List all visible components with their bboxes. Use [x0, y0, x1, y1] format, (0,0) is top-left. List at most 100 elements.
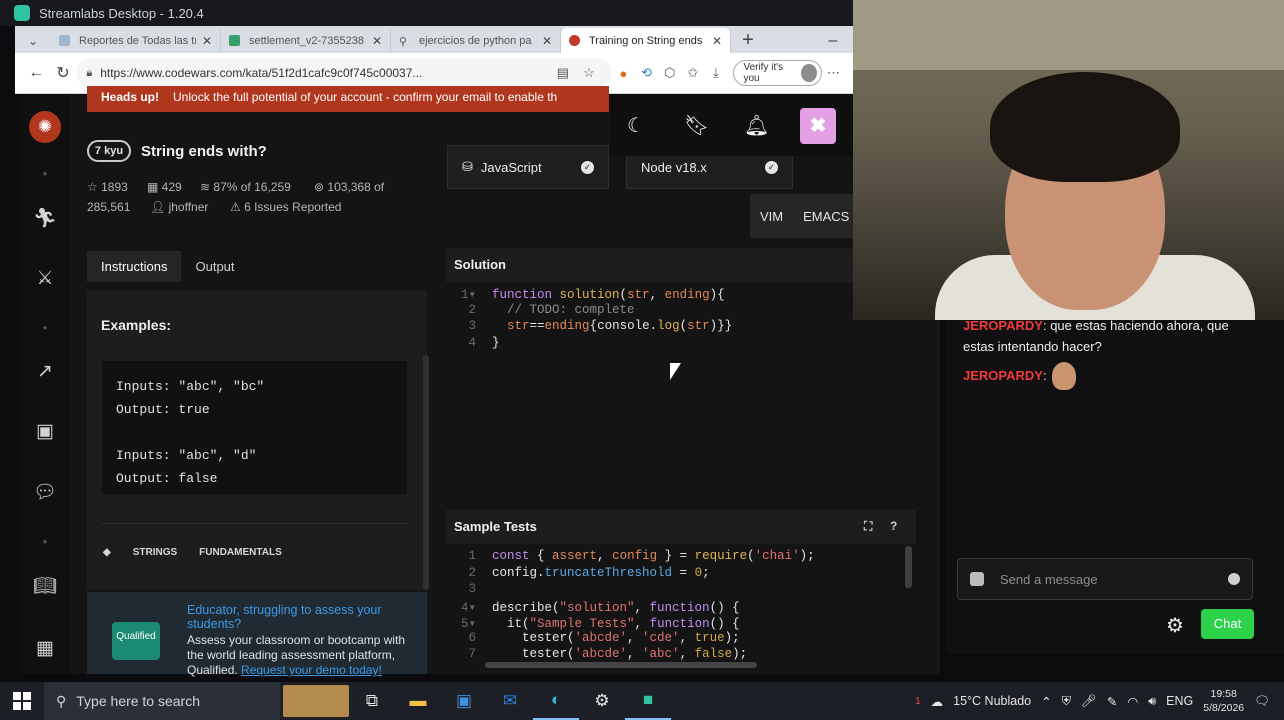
outlook-icon[interactable]: ✉: [487, 682, 533, 720]
new-tab-button[interactable]: +: [731, 28, 765, 53]
tag-icon: ◆: [103, 547, 111, 558]
downloads-icon[interactable]: ⤓: [704, 65, 727, 81]
tests-vertical-scrollbar[interactable]: [905, 546, 912, 588]
instructions-scrollbar[interactable]: [423, 355, 429, 590]
keymap-emacs[interactable]: EMACS: [803, 209, 849, 224]
volume-icon[interactable]: 🔊︎: [1148, 694, 1156, 709]
extensions-puzzle-icon[interactable]: ⬡: [658, 65, 681, 81]
discussion-icon[interactable]: 💬︎: [20, 480, 70, 504]
sync-icon[interactable]: ⟲: [635, 65, 658, 81]
browser-tab-reportes[interactable]: Reportes de Todas las tr ✕: [51, 28, 221, 53]
app-title-bar: Streamlabs Desktop - 1.20.4: [0, 0, 853, 26]
clock-time: 19:58: [1210, 688, 1237, 700]
file-explorer-icon[interactable]: ▬: [395, 682, 441, 720]
language-select[interactable]: ⛁ JavaScript ✓: [447, 145, 609, 189]
chat-settings-gear-icon[interactable]: ⚙: [1166, 613, 1184, 638]
favorite-star-icon[interactable]: ☆: [576, 65, 602, 81]
tab-instructions[interactable]: Instructions: [87, 250, 182, 282]
profile-button[interactable]: Verify it's you: [733, 60, 822, 86]
pen-icon[interactable]: ✎: [1107, 694, 1117, 709]
emote-picker-icon[interactable]: [1228, 573, 1240, 585]
satisfaction-value: 87% of 16,259: [213, 180, 291, 194]
news-icon[interactable]: ▦: [20, 637, 70, 660]
avatar: [801, 64, 817, 82]
banner-text[interactable]: Unlock the full potential of your accoun…: [173, 90, 557, 104]
tests-horizontal-scrollbar[interactable]: [485, 662, 757, 668]
chat-input[interactable]: Send a message: [957, 558, 1253, 600]
help-icon[interactable]: ?: [890, 519, 897, 533]
tab-actions-chevron-icon[interactable]: ⌄: [15, 28, 51, 53]
store-icon[interactable]: ▣: [441, 682, 487, 720]
stat-author[interactable]: 👤︎ jhoffner: [150, 200, 208, 214]
close-tab-icon[interactable]: ✕: [712, 34, 722, 48]
input-language[interactable]: ENG: [1166, 694, 1193, 708]
avatar[interactable]: ✖: [800, 108, 836, 144]
browser-tab-training[interactable]: Training on String ends ✕: [561, 28, 731, 53]
stat-issues[interactable]: ⚠ 6 Issues Reported: [230, 200, 341, 214]
stat-stars[interactable]: ☆ 1893: [87, 180, 128, 194]
leaderboard-trend-icon[interactable]: ↗: [20, 360, 70, 383]
task-view-icon[interactable]: ⧉: [349, 682, 395, 720]
training-icon[interactable]: 🏃︎: [20, 206, 70, 230]
notifications-icon[interactable]: 🗨︎: [1254, 694, 1270, 709]
user-icon: 👤︎: [150, 200, 169, 214]
close-tab-icon[interactable]: ✕: [372, 34, 382, 48]
url-text: https://www.codewars.com/kata/51f2d1cafc…: [100, 66, 423, 80]
extension-icon[interactable]: ●: [612, 66, 635, 81]
code-line: 2 // TODO: complete: [468, 303, 635, 317]
search-highlight-image[interactable]: [283, 685, 349, 717]
chat-username[interactable]: JEROPARDY: [963, 368, 1043, 383]
check-icon: ✓: [581, 160, 594, 174]
chat-username[interactable]: JEROPARDY: [963, 318, 1043, 333]
minimize-button[interactable]: –: [813, 28, 853, 53]
chat-send-button[interactable]: Chat: [1201, 609, 1254, 639]
back-arrow-icon[interactable]: ←: [23, 64, 50, 82]
wifi-icon[interactable]: ◠: [1127, 694, 1138, 709]
settings-gear-icon[interactable]: ⚙: [579, 682, 625, 720]
windows-start-button[interactable]: [0, 682, 44, 720]
browser-tab-ejercicios[interactable]: ⚲ ejercicios de python pa ✕: [391, 28, 561, 53]
favorites-icon[interactable]: ✩: [681, 65, 704, 81]
docs-book-icon[interactable]: 📖︎: [20, 574, 70, 598]
clock[interactable]: 19:58 5/8/2026: [1203, 687, 1244, 715]
tag-fundamentals[interactable]: FUNDAMENTALS: [199, 547, 282, 558]
author-name: jhoffner: [168, 200, 209, 214]
browser-tab-settlement[interactable]: settlement_v2-7355238 ✕: [221, 28, 391, 53]
expand-icon[interactable]: ⛶: [864, 519, 872, 534]
microphone-icon[interactable]: 🎤︎: [1081, 694, 1097, 709]
discord-icon[interactable]: ▣: [20, 420, 70, 443]
solution-header: Solution: [446, 248, 853, 282]
chevron-up-icon[interactable]: ⌃: [1041, 694, 1051, 709]
tab-output[interactable]: Output: [181, 251, 248, 282]
code-line: 3: [468, 582, 476, 596]
reader-icon[interactable]: ▤: [550, 65, 576, 81]
streamlabs-taskbar-icon[interactable]: ■: [625, 682, 671, 720]
warning-icon: ⚠: [230, 200, 245, 214]
more-options-icon[interactable]: ⋯: [822, 65, 845, 81]
close-tab-icon[interactable]: ✕: [202, 34, 212, 48]
url-field[interactable]: 🔒︎ https://www.codewars.com/kata/51f2d1c…: [76, 59, 612, 87]
stat-collections[interactable]: ▦ 429: [147, 180, 182, 194]
codewars-logo-icon[interactable]: ✺: [29, 111, 61, 143]
chat-input-placeholder: Send a message: [1000, 571, 1098, 587]
notifications-bell-icon[interactable]: 🔔︎: [744, 113, 769, 138]
shield-icon[interactable]: [970, 572, 984, 586]
security-icon[interactable]: ⛨: [1062, 694, 1071, 709]
edge-browser-icon[interactable]: ◐: [533, 682, 579, 720]
close-tab-icon[interactable]: ✕: [542, 34, 552, 48]
code-line: 2 config.truncateThreshold = 0;: [468, 566, 710, 580]
promo-title[interactable]: Educator, struggling to assess your stud…: [187, 603, 407, 631]
weather-text[interactable]: 15°C Nublado: [953, 694, 1031, 708]
dark-mode-moon-icon[interactable]: ☾: [627, 113, 645, 138]
code-line: 4}: [468, 336, 500, 350]
qualified-logo: Qualified: [112, 622, 160, 660]
refresh-icon[interactable]: ↻: [50, 63, 77, 83]
keymap-vim[interactable]: VIM: [760, 209, 783, 224]
bookmark-icon[interactable]: 🔖︎: [684, 113, 709, 138]
promo-demo-link[interactable]: Request your demo today!: [241, 663, 382, 677]
app-title: Streamlabs Desktop - 1.20.4: [39, 5, 204, 21]
practice-icon[interactable]: ⚔: [20, 267, 70, 290]
tag-strings[interactable]: STRINGS: [133, 547, 177, 558]
taskbar-search[interactable]: ⚲ Type here to search: [44, 682, 280, 720]
tab-label: settlement_v2-7355238: [249, 34, 364, 47]
